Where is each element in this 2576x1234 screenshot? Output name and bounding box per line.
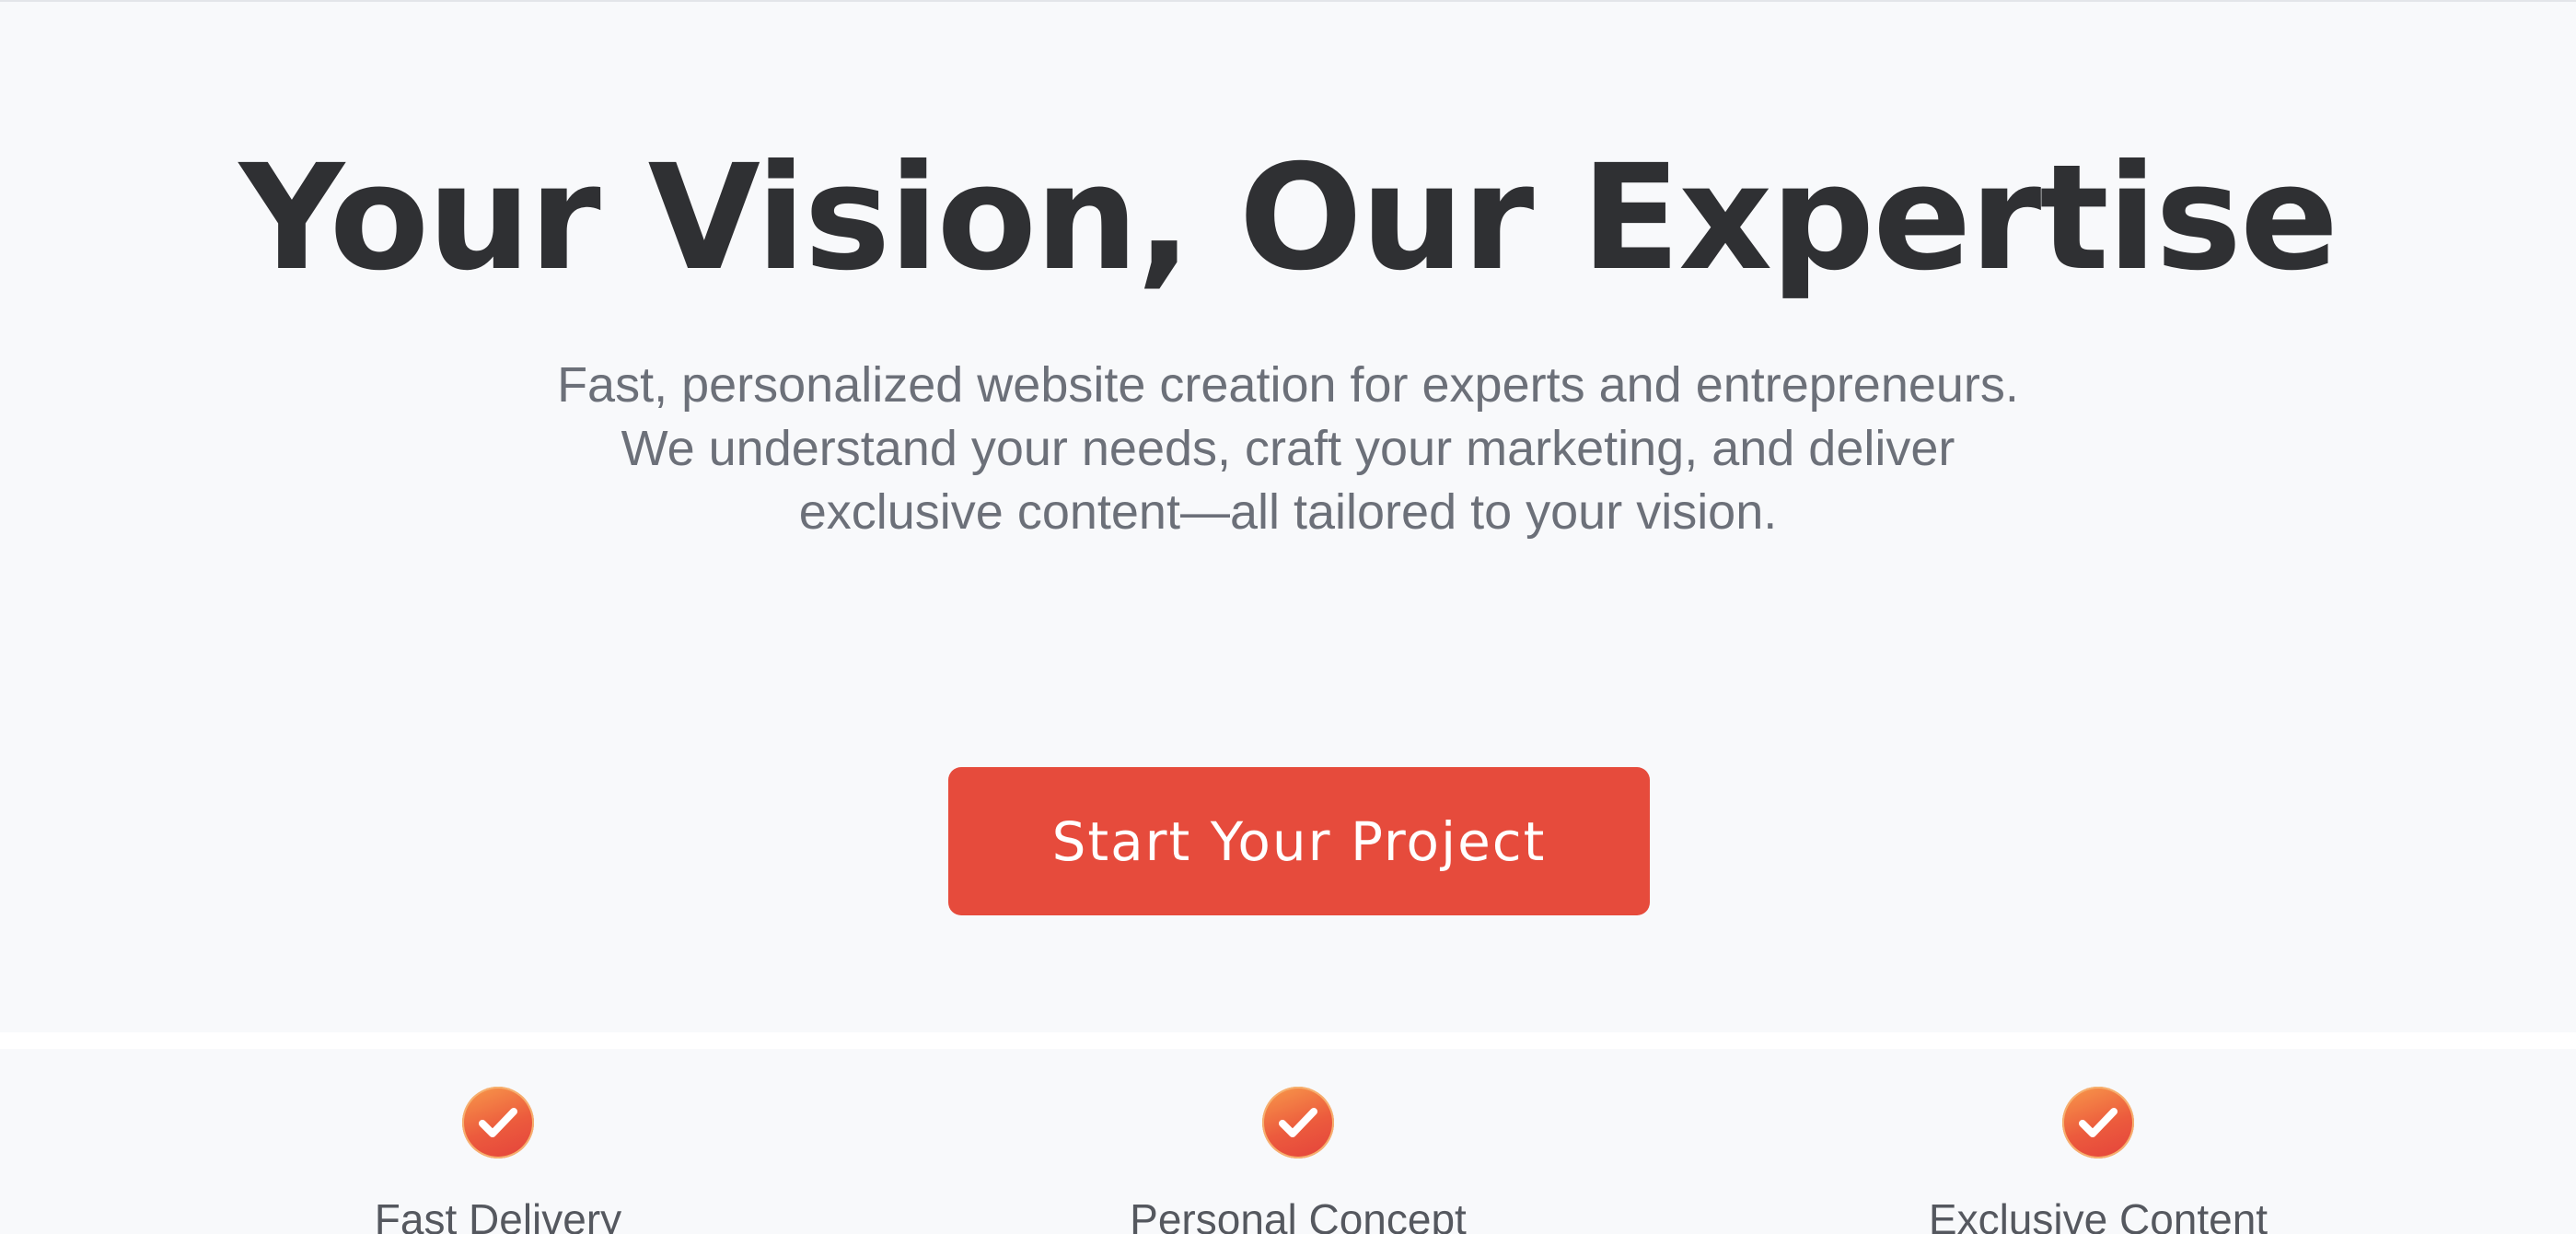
features-section: Fast Delivery Personal Concept Exclusive… bbox=[0, 1049, 2576, 1234]
check-circle-icon bbox=[1262, 1087, 1334, 1158]
check-circle-icon bbox=[2062, 1087, 2134, 1158]
feature-label: Exclusive Content bbox=[1928, 1195, 2269, 1234]
start-project-button[interactable]: Start Your Project bbox=[948, 767, 1650, 915]
hero-subtitle-line-3: exclusive content—all tailored to your v… bbox=[798, 484, 1778, 540]
feature-label: Fast Delivery bbox=[374, 1195, 622, 1234]
hero-subtitle-line-2: We understand your needs, craft your mar… bbox=[621, 421, 1955, 476]
check-circle-icon bbox=[462, 1087, 534, 1158]
hero-subtitle: Fast, personalized website creation for … bbox=[505, 354, 2071, 544]
feature-label: Personal Concept bbox=[1130, 1195, 1467, 1234]
hero-subtitle-line-1: Fast, personalized website creation for … bbox=[557, 357, 2019, 413]
hero-title: Your Vision, Our Expertise bbox=[238, 134, 2338, 303]
hero-section: Your Vision, Our Expertise Fast, persona… bbox=[0, 2, 2576, 1032]
